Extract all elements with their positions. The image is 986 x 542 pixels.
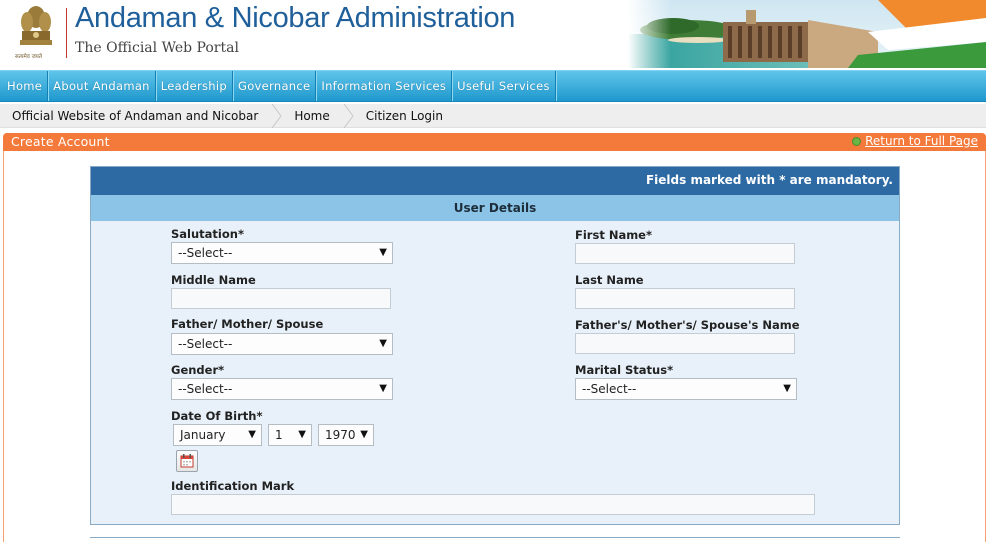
mandatory-note: Fields marked with * are mandatory. — [645, 173, 893, 187]
calendar-button[interactable] — [176, 450, 198, 472]
middle-name-input[interactable] — [171, 288, 391, 309]
breadcrumb-citizen-login[interactable]: Citizen Login — [354, 104, 457, 127]
dropdown-arrow-icon: ▼ — [248, 429, 256, 440]
breadcrumb-site[interactable]: Official Website of Andaman and Nicobar — [0, 104, 272, 127]
header-divider — [66, 8, 67, 58]
salutation-select[interactable]: --Select-- ▼ — [171, 242, 393, 264]
dob-label: Date Of Birth* — [171, 409, 263, 423]
marital-status-label: Marital Status* — [575, 363, 674, 377]
calendar-icon — [180, 454, 194, 468]
nav-item-information-services[interactable]: Information Services — [316, 71, 453, 101]
relation-name-input[interactable] — [575, 333, 795, 354]
dropdown-arrow-icon: ▼ — [298, 429, 306, 440]
relation-value: --Select-- — [178, 337, 233, 351]
gender-label: Gender* — [171, 363, 225, 377]
first-name-label: First Name* — [575, 228, 652, 242]
nav-item-home[interactable]: Home — [0, 71, 49, 101]
dob-month-value: January — [180, 428, 226, 442]
dob-day-select[interactable]: 1 ▼ — [268, 424, 312, 446]
first-name-input[interactable] — [575, 243, 795, 264]
dob-year-select[interactable]: 1970 ▼ — [318, 424, 374, 446]
last-name-label: Last Name — [575, 273, 644, 287]
relation-label: Father/ Mother/ Spouse — [171, 317, 324, 331]
salutation-label: Salutation* — [171, 227, 244, 241]
return-to-full-page-link[interactable]: Return to Full Page — [852, 134, 978, 148]
dropdown-arrow-icon: ▼ — [379, 338, 387, 349]
dropdown-arrow-icon: ▼ — [360, 429, 368, 440]
page-title: Create Account — [11, 134, 110, 149]
header-banner-image — [628, 0, 986, 68]
identification-mark-label: Identification Mark — [171, 479, 295, 493]
marital-status-select[interactable]: --Select-- ▼ — [575, 378, 797, 400]
relation-select[interactable]: --Select-- ▼ — [171, 333, 393, 355]
dropdown-arrow-icon: ▼ — [379, 247, 387, 258]
nav-item-leadership[interactable]: Leadership — [156, 71, 233, 101]
return-link-label: Return to Full Page — [865, 134, 978, 148]
green-bullet-icon — [852, 136, 862, 146]
breadcrumb: Official Website of Andaman and Nicobar … — [0, 103, 986, 128]
site-title: Andaman & Nicobar Administration — [75, 2, 516, 34]
dob-year-value: 1970 — [325, 428, 356, 442]
user-details-form: Fields marked with * are mandatory. User… — [90, 166, 900, 525]
last-name-input[interactable] — [575, 288, 795, 309]
breadcrumb-separator-icon — [343, 103, 354, 128]
salutation-value: --Select-- — [178, 246, 233, 260]
dropdown-arrow-icon: ▼ — [783, 383, 791, 394]
dropdown-arrow-icon: ▼ — [379, 383, 387, 394]
marital-status-value: --Select-- — [582, 382, 637, 396]
breadcrumb-separator-icon — [272, 103, 282, 128]
gender-value: --Select-- — [178, 382, 233, 396]
page-title-bar: Create Account Return to Full Page — [3, 133, 986, 151]
gender-select[interactable]: --Select-- ▼ — [171, 378, 393, 400]
breadcrumb-home[interactable]: Home — [282, 104, 343, 127]
nav-item-governance[interactable]: Governance — [233, 71, 317, 101]
form-header: Fields marked with * are mandatory. — [91, 167, 899, 195]
emblem-caption: सत्यमेव जयते — [15, 54, 43, 60]
section-title: User Details — [453, 201, 537, 215]
middle-name-label: Middle Name — [171, 273, 256, 287]
relation-name-label: Father's/ Mother's/ Spouse's Name — [575, 318, 800, 332]
form-bottom-divider — [90, 537, 900, 538]
main-nav: Home About Andaman Leadership Governance… — [0, 70, 986, 102]
nav-item-about-andaman[interactable]: About Andaman — [48, 71, 156, 101]
dob-month-select[interactable]: January ▼ — [173, 424, 262, 446]
dob-day-value: 1 — [275, 428, 283, 442]
site-header: सत्यमेव जयते Andaman & Nicobar Administr… — [0, 0, 986, 68]
nav-item-useful-services[interactable]: Useful Services — [452, 71, 556, 101]
site-subtitle: The Official Web Portal — [75, 40, 239, 56]
identification-mark-input[interactable] — [171, 494, 815, 515]
section-header: User Details — [91, 195, 899, 221]
